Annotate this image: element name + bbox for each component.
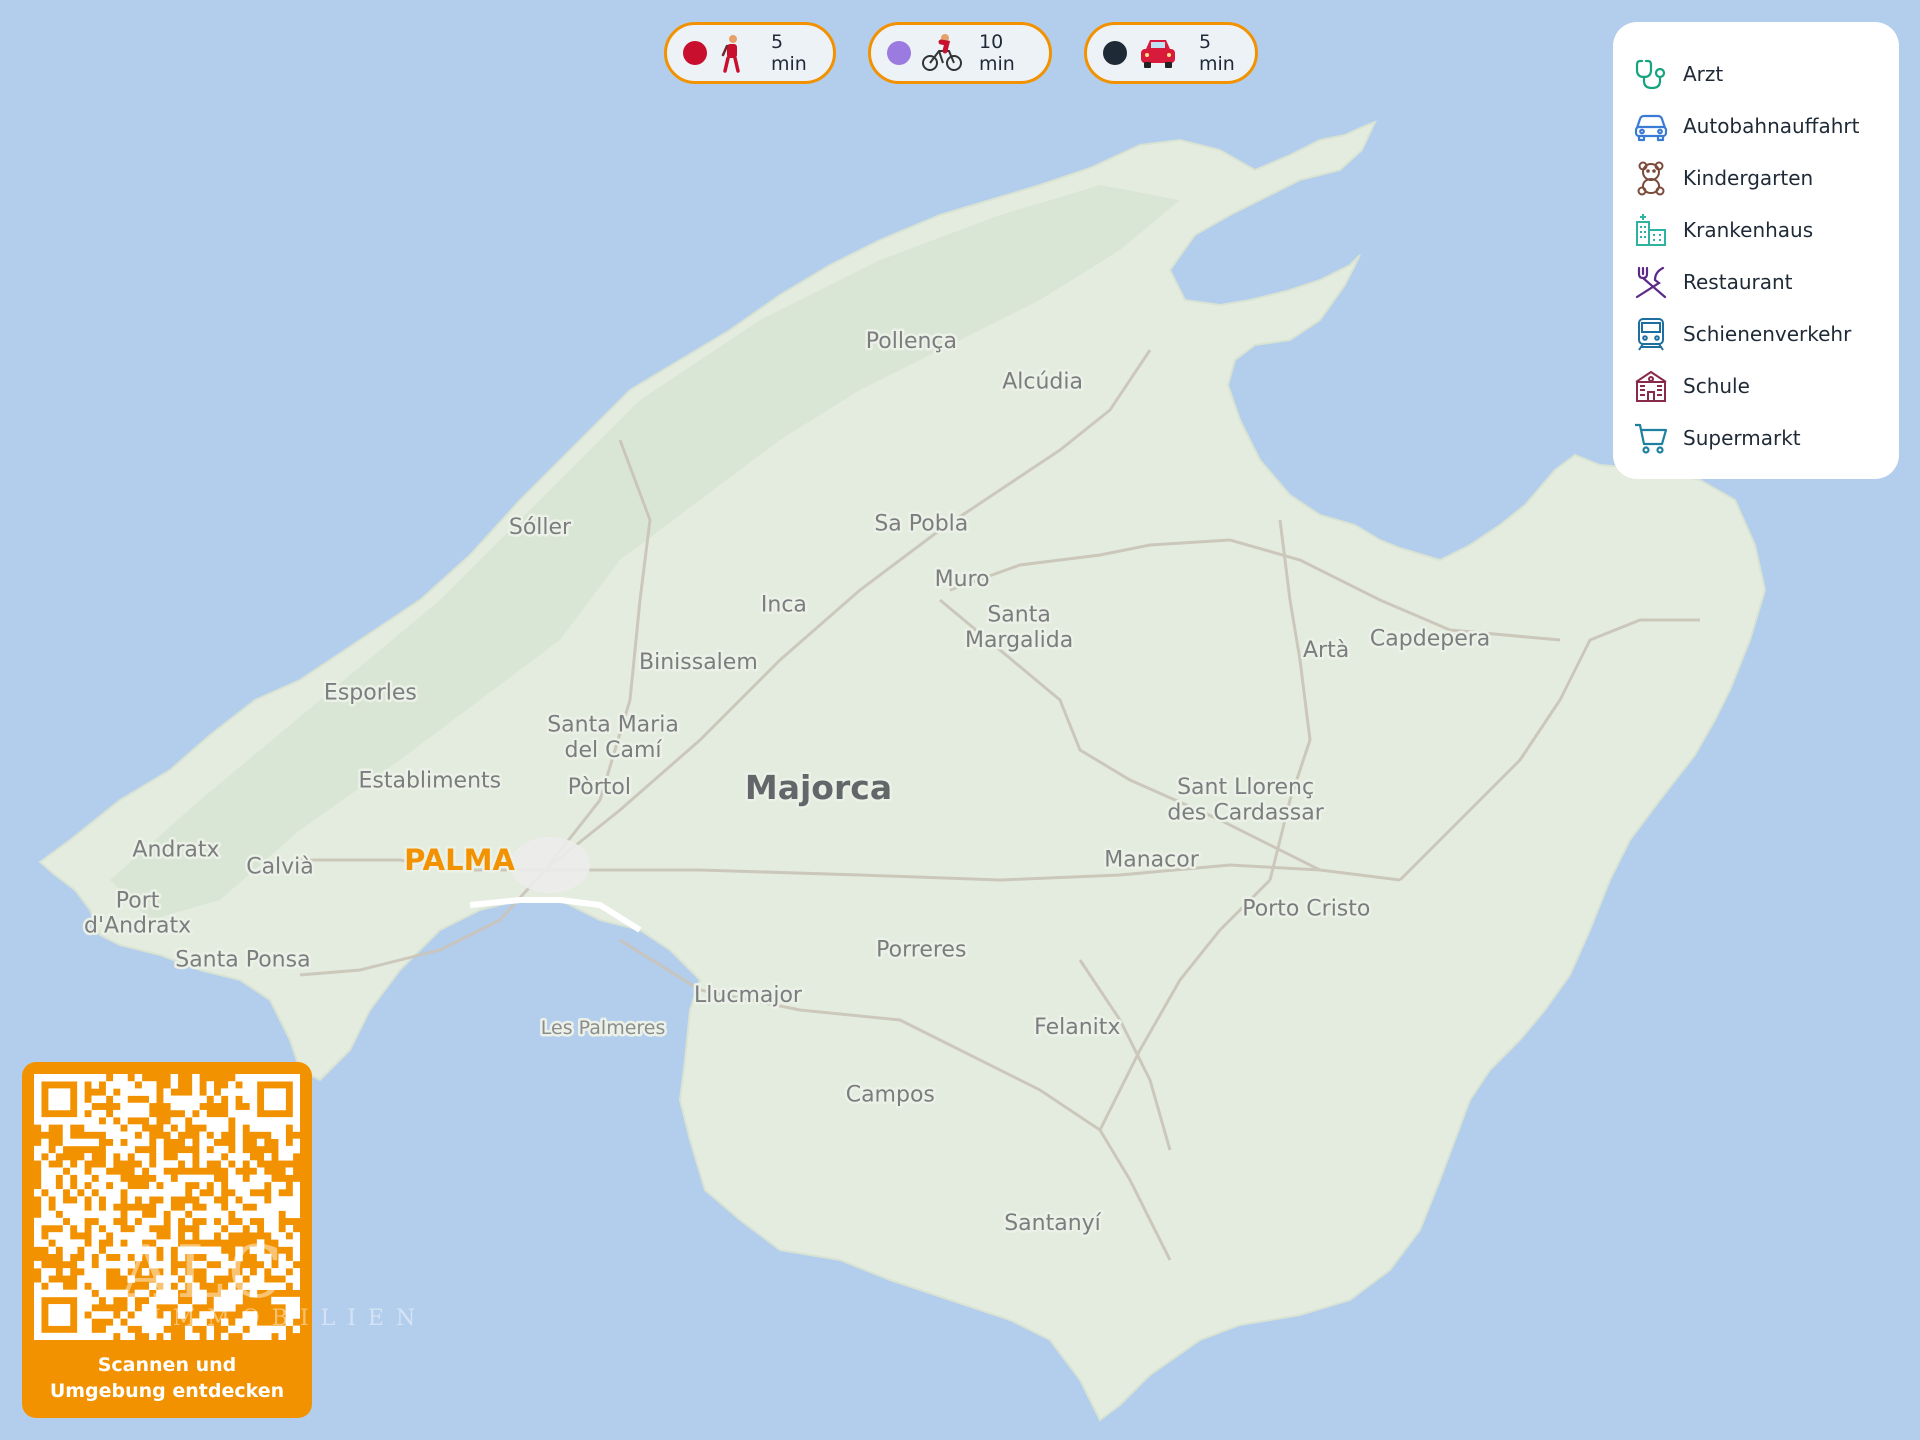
legend-item-kindergarten[interactable]: Kindergarten [1633,152,1899,204]
bike-color-dot [887,41,911,65]
place-label: Porreres [876,937,966,962]
walking-person-icon [721,35,740,73]
travel-mode-walk[interactable]: 5 min [664,22,836,84]
legend-item-restaurant[interactable]: Restaurant [1633,256,1899,308]
qr-code[interactable] [34,1074,300,1340]
travel-mode-car[interactable]: 5 min [1084,22,1258,84]
place-label: Porto Cristo [1242,897,1370,922]
legend-label: Krankenhaus [1683,218,1814,242]
place-label: Alcúdia [1002,369,1083,394]
place-label: Llucmajor [694,983,803,1008]
place-label: Santa [987,603,1051,628]
place-label: Artà [1303,638,1349,663]
place-label: Pòrtol [568,775,631,800]
place-label: Andratx [132,838,219,863]
car-color-dot [1103,41,1127,65]
place-label: Binissalem [639,650,758,675]
stethoscope-icon [1635,59,1666,90]
qr-caption-line1: Scannen und [97,1354,237,1376]
place-label: Santa Maria [547,713,679,738]
place-label: Port [116,888,160,913]
train-icon [1638,318,1664,351]
place-label: Santa Ponsa [175,947,310,972]
place-label: des Cardassar [1167,800,1324,825]
teddy-bear-icon [1637,161,1665,196]
place-label: Felanitx [1034,1015,1120,1040]
place-label: Pollença [866,329,957,354]
legend-item-krankenhaus[interactable]: Krankenhaus [1633,204,1899,256]
legend-label: Kindergarten [1683,166,1814,190]
shopping-cart-icon [1635,423,1668,454]
legend-label: Restaurant [1683,270,1793,294]
car-time-label: 5 min [1199,31,1235,75]
walk-time-label: 5 min [771,31,807,75]
hospital-icon [1636,214,1666,246]
place-label: Campos [846,1083,935,1108]
place-label: Capdepera [1370,626,1490,651]
school-building-icon [1635,370,1667,402]
place-label: Inca [761,593,807,618]
place-label: Manacor [1104,848,1199,873]
car-outline-icon [1634,114,1668,142]
walk-color-dot [683,41,707,65]
legend-label: Supermarkt [1683,426,1801,450]
legend-label: Schienenverkehr [1683,322,1852,346]
car-icon [1141,40,1175,68]
legend-item-schule[interactable]: Schule [1633,360,1899,412]
place-label-small: Les Palmeres [541,1017,666,1039]
legend-item-arzt[interactable]: Arzt [1633,48,1899,100]
legend-label: Arzt [1683,62,1724,86]
legend-label: Autobahnauffahrt [1683,114,1860,138]
place-label: Sant Llorenç [1177,775,1314,800]
place-label: Establiments [358,768,501,793]
fork-knife-icon [1635,266,1667,299]
place-label: Margalida [965,628,1073,653]
island-label: Majorca [745,768,892,807]
place-label: del Camí [565,738,663,763]
place-label: Sa Pobla [874,511,968,536]
place-label: d'Andratx [84,914,191,939]
capital-label: PALMA [404,843,515,877]
legend-item-supermarkt[interactable]: Supermarkt [1633,412,1899,464]
poi-legend: Arzt Autobahnauffahrt Kindergarten Krank… [1613,22,1899,479]
bike-time-label: 10 min [979,31,1015,75]
place-label: Esporles [324,680,417,705]
place-label: Calvià [246,855,314,880]
travel-mode-bike[interactable]: 10 min [868,22,1052,84]
qr-code-card[interactable]: Scannen und Umgebung entdecken [22,1062,312,1418]
legend-item-autobahnauffahrt[interactable]: Autobahnauffahrt [1633,100,1899,152]
qr-caption-line2: Umgebung entdecken [49,1380,285,1402]
legend-item-schienenverkehr[interactable]: Schienenverkehr [1633,308,1899,360]
qr-caption: Scannen und Umgebung entdecken [22,1352,312,1404]
cyclist-icon [922,34,962,71]
place-label: Santanyí [1004,1211,1101,1236]
place-label: Sóller [509,515,572,540]
place-label: Muro [935,567,990,592]
legend-label: Schule [1683,374,1750,398]
